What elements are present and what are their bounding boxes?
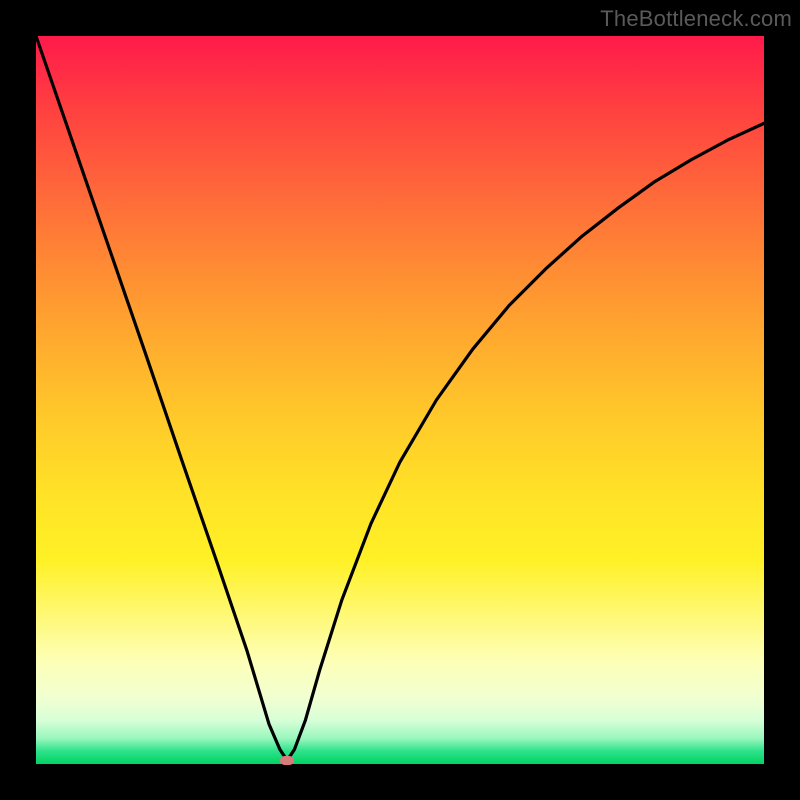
watermark-text: TheBottleneck.com [600,6,792,32]
chart-plot-area [36,36,764,764]
bottleneck-curve [36,36,764,764]
optimum-marker [280,756,294,765]
chart-frame: TheBottleneck.com [0,0,800,800]
